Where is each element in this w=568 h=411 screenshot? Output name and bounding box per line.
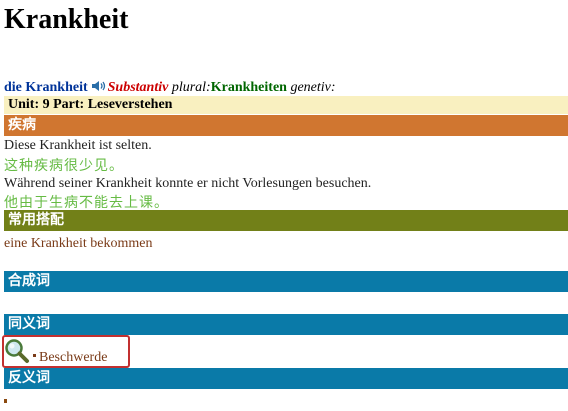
page-title: Krankheit	[4, 4, 129, 35]
unit-bar: Unit: 9 Part: Leseverstehen	[4, 96, 568, 114]
example-de-2: Während seiner Krankheit konnte er nicht…	[4, 176, 372, 191]
collocations-bar: 常用搭配	[4, 210, 568, 231]
meaning-label: 疾病	[8, 118, 36, 133]
unit-label: Unit: 9 Part: Leseverstehen	[8, 97, 173, 112]
synonyms-bar: 同义词	[4, 314, 568, 335]
meaning-bar: 疾病	[4, 115, 568, 136]
compounds-bar: 合成词	[4, 271, 568, 292]
genitive-label: genetiv:	[290, 80, 336, 95]
plural-label: plural:	[171, 80, 211, 95]
antonyms-bar: 反义词	[4, 368, 568, 389]
synonyms-label: 同义词	[8, 317, 50, 332]
example-zh-1: 这种疾病很少见。	[4, 159, 124, 174]
part-of-speech: Substantiv	[107, 80, 169, 95]
headword: die Krankheit	[4, 80, 88, 95]
synonym-text: Beschwerde	[39, 350, 108, 365]
list-bullet	[4, 399, 7, 403]
plural-value: Krankheiten	[210, 80, 287, 95]
collocation-item: eine Krankheit bekommen	[4, 236, 153, 251]
magnifier-icon[interactable]	[3, 338, 31, 369]
bullet	[33, 354, 36, 357]
collocations-label: 常用搭配	[8, 213, 64, 228]
synonym-link[interactable]: Beschwerde	[33, 350, 107, 366]
example-zh-2: 他由于生病不能去上课。	[4, 196, 169, 211]
example-de-1: Diese Krankheit ist selten.	[4, 138, 152, 153]
compounds-label: 合成词	[8, 274, 50, 289]
antonyms-label: 反义词	[8, 371, 50, 386]
